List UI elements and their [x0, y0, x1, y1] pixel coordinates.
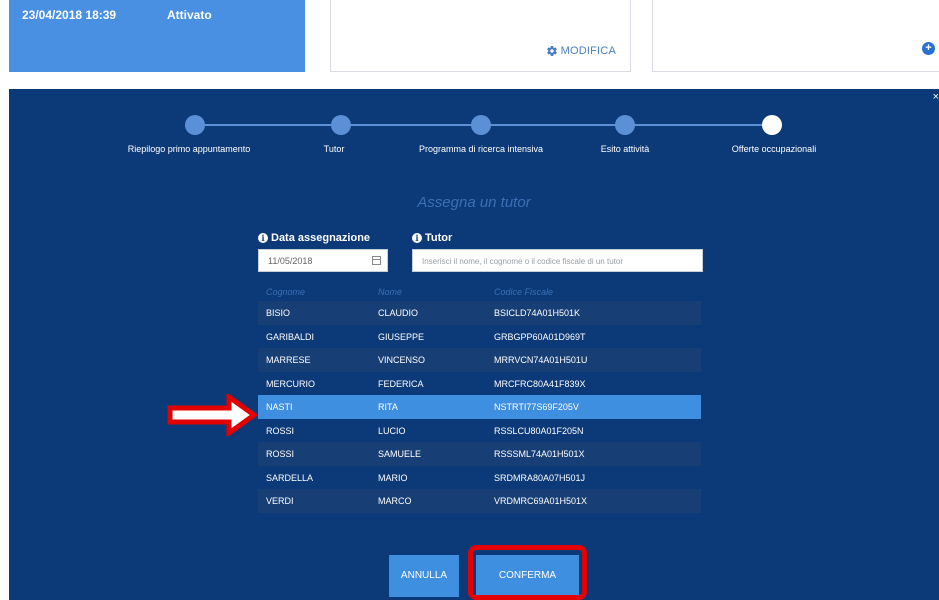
step-dot-offerte[interactable] — [762, 115, 782, 135]
appointment-date: 23/04/2018 18:39 — [22, 8, 117, 22]
table-row[interactable]: ROSSI LUCIO RSSLCU80A01F205N — [258, 418, 701, 442]
step-dot-tutor[interactable] — [331, 115, 351, 135]
tutor-placeholder: Inserisci il nome, il cognome o il codic… — [422, 257, 623, 266]
cell-cognome: ROSSI — [266, 425, 295, 436]
tutor-field-label: i Tutor — [412, 232, 452, 244]
annulla-button[interactable]: ANNULLA — [389, 555, 459, 597]
table-row[interactable]: MARRESE VINCENSO MRRVCN74A01H501U — [258, 348, 701, 372]
appointment-card[interactable]: 23/04/2018 18:39 Attivato — [9, 0, 305, 72]
table-row[interactable]: GARIBALDI GIUSEPPE GRBGPP60A01D969T — [258, 324, 701, 348]
step-dot-programma[interactable] — [471, 115, 491, 135]
cell-codice-fiscale: RSSLCU80A01F205N — [494, 425, 584, 436]
table-header: Cognome Nome Codice Fiscale — [258, 284, 701, 301]
conferma-highlight — [468, 545, 587, 600]
header-cognome[interactable]: Cognome — [266, 287, 305, 297]
side-card: + — [652, 0, 939, 72]
table-row[interactable]: NASTI RITA NSTRTI77S69F205V — [258, 395, 701, 419]
date-value: 11/05/2018 — [268, 256, 313, 266]
cell-nome: SAMUELE — [378, 449, 422, 459]
cell-codice-fiscale: GRBGPP60A01D969T — [494, 331, 586, 342]
table-row[interactable]: BISIO CLAUDIO BSICLD74A01H501K — [258, 301, 701, 325]
date-field-label: i Data assegnazione — [258, 232, 370, 244]
tutor-search-input[interactable]: Inserisci il nome, il cognome o il codic… — [412, 249, 703, 272]
modifica-button[interactable]: MODIFICA — [546, 45, 616, 57]
cell-codice-fiscale: VRDMRC69A01H501X — [494, 496, 588, 506]
modal-title: Assegna un tutor — [417, 194, 531, 211]
info-icon: i — [258, 233, 268, 243]
header-codice-fiscale[interactable]: Codice Fiscale — [494, 287, 553, 297]
tutor-label-text: Tutor — [425, 232, 453, 244]
cell-nome: FEDERICA — [378, 378, 424, 389]
cell-cognome: BISIO — [266, 308, 291, 318]
modifica-label: MODIFICA — [560, 45, 616, 57]
cell-nome: VINCENSO — [378, 355, 426, 365]
cell-nome: MARCO — [378, 496, 412, 506]
step-label-riepilogo: Riepilogo primo appuntamento — [127, 144, 251, 154]
cell-cognome: GARIBALDI — [266, 331, 315, 342]
cell-codice-fiscale: RSSSML74A01H501X — [494, 449, 585, 459]
calendar-icon[interactable] — [372, 256, 381, 265]
table-row[interactable]: ROSSI SAMUELE RSSSML74A01H501X — [258, 442, 701, 466]
add-icon[interactable]: + — [922, 42, 935, 55]
cell-nome: GIUSEPPE — [378, 331, 425, 342]
red-arrow-indicator — [167, 394, 257, 436]
progress-stepper: Riepilogo primo appuntamento Tutor Progr… — [9, 89, 939, 169]
tutor-table: Cognome Nome Codice Fiscale BISIO CLAUDIO… — [258, 284, 701, 513]
step-label-esito: Esito attività — [600, 144, 650, 154]
top-section: 23/04/2018 18:39 Attivato MODIFICA + — [0, 0, 939, 89]
gear-icon — [546, 46, 557, 57]
table-row[interactable]: SARDELLA MARIO SRDMRA80A07H501J — [258, 465, 701, 489]
step-dot-esito[interactable] — [615, 115, 635, 135]
cell-cognome: ROSSI — [266, 449, 295, 459]
cell-cognome: MARRESE — [266, 355, 311, 365]
appointment-status: Attivato — [167, 8, 212, 22]
assign-tutor-modal: × Riepilogo primo appuntamento Tutor Pro… — [9, 89, 939, 600]
cell-nome: CLAUDIO — [378, 308, 419, 318]
table-row[interactable]: VERDI MARCO VRDMRC69A01H501X — [258, 489, 701, 513]
date-assegnazione-input[interactable]: 11/05/2018 — [258, 249, 388, 272]
step-dot-riepilogo[interactable] — [185, 115, 205, 135]
info-card: MODIFICA — [330, 0, 631, 72]
info-icon: i — [412, 233, 422, 243]
date-label-text: Data assegnazione — [271, 232, 371, 244]
cell-nome: MARIO — [378, 472, 408, 483]
table-row[interactable]: MERCURIO FEDERICA MRCFRC80A41F839X — [258, 371, 701, 395]
cell-cognome: MERCURIO — [266, 378, 315, 389]
cell-nome: RITA — [378, 402, 398, 412]
cell-codice-fiscale: SRDMRA80A07H501J — [494, 472, 586, 483]
cell-cognome: SARDELLA — [266, 472, 314, 483]
step-label-offerte: Offerte occupazionali — [731, 144, 817, 154]
step-label-programma: Programma di ricerca intensiva — [418, 144, 544, 154]
cell-codice-fiscale: BSICLD74A01H501K — [494, 308, 581, 318]
cell-cognome: NASTI — [266, 402, 293, 412]
cell-codice-fiscale: MRCFRC80A41F839X — [494, 378, 586, 389]
step-label-tutor: Tutor — [323, 144, 345, 154]
cell-codice-fiscale: NSTRTI77S69F205V — [494, 402, 579, 412]
header-nome[interactable]: Nome — [378, 287, 402, 297]
cell-cognome: VERDI — [266, 496, 294, 506]
cell-codice-fiscale: MRRVCN74A01H501U — [494, 355, 588, 365]
cell-nome: LUCIO — [378, 425, 406, 436]
